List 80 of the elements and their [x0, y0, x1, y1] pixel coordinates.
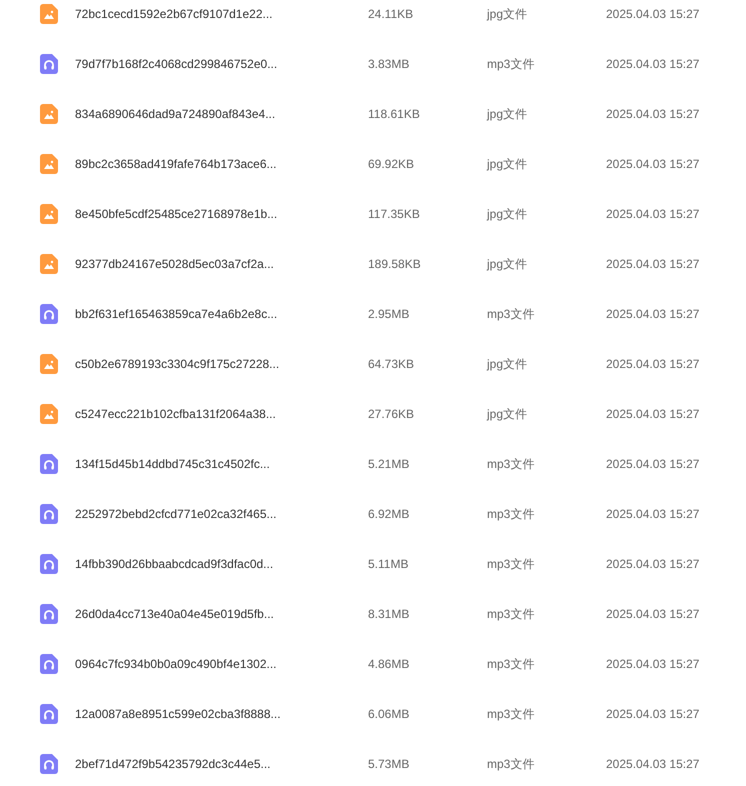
file-name[interactable]: 89bc2c3658ad419fafe764b173ace6...	[75, 155, 368, 173]
file-name[interactable]: c50b2e6789193c3304c9f175c27228...	[75, 355, 368, 373]
image-file-icon	[40, 254, 58, 274]
file-name[interactable]: 0964c7fc934b0b0a09c490bf4e1302...	[75, 655, 368, 673]
file-name[interactable]: c5247ecc221b102cfba131f2064a38...	[75, 405, 368, 423]
file-size: 24.11KB	[368, 6, 414, 23]
file-name[interactable]: 8e450bfe5cdf25485ce27168978e1b...	[75, 205, 368, 223]
file-size: 69.92KB	[368, 156, 416, 173]
image-file-icon	[40, 204, 58, 224]
modified-date: 2025.04.03 15:27	[606, 706, 700, 723]
file-size: 27.76KB	[368, 406, 416, 423]
file-size: 2.95MB	[368, 306, 410, 323]
file-type: jpg文件	[487, 6, 528, 23]
image-file-icon	[40, 104, 58, 124]
modified-date: 2025.04.03 15:27	[606, 6, 700, 23]
file-size: 118.61KB	[368, 106, 421, 123]
headphones-file-icon	[40, 454, 58, 474]
file-name[interactable]: 72bc1cecd1592e2b67cf9107d1e22...	[75, 5, 368, 23]
file-size: 5.21MB	[368, 456, 410, 473]
file-type: jpg文件	[487, 356, 528, 373]
file-size: 5.73MB	[368, 756, 410, 773]
headphones-file-icon	[40, 554, 58, 574]
file-name[interactable]: 26d0da4cc713e40a04e45e019d5fb...	[75, 605, 368, 623]
modified-date: 2025.04.03 15:27	[606, 206, 700, 223]
image-file-icon	[40, 154, 58, 174]
file-size: 6.92MB	[368, 506, 410, 523]
modified-date: 2025.04.03 15:27	[606, 356, 700, 373]
file-name[interactable]: 834a6890646dad9a724890af843e4...	[75, 105, 368, 123]
image-file-icon	[40, 4, 58, 24]
file-type: mp3文件	[487, 506, 536, 523]
file-type: mp3文件	[487, 706, 536, 723]
file-name[interactable]: 2bef71d472f9b54235792dc3c44e5...	[75, 755, 368, 773]
file-type: jpg文件	[487, 106, 528, 123]
file-type: jpg文件	[487, 206, 528, 223]
file-name[interactable]: 79d7f7b168f2c4068cd299846752e0...	[75, 55, 368, 73]
file-type: jpg文件	[487, 256, 528, 273]
modified-date: 2025.04.03 15:27	[606, 406, 700, 423]
modified-date: 2025.04.03 15:27	[606, 56, 700, 73]
file-type: mp3文件	[487, 306, 536, 323]
file-size: 189.58KB	[368, 256, 422, 273]
file-name[interactable]: 12a0087a8e8951c599e02cba3f8888...	[75, 705, 368, 723]
file-type: mp3文件	[487, 456, 536, 473]
headphones-file-icon	[40, 304, 58, 324]
headphones-file-icon	[40, 754, 58, 774]
file-name[interactable]: 134f15d45b14ddbd745c31c4502fc...	[75, 455, 368, 473]
file-type: mp3文件	[487, 56, 536, 73]
modified-date: 2025.04.03 15:27	[606, 556, 700, 573]
image-file-icon	[40, 404, 58, 424]
file-size: 117.35KB	[368, 206, 421, 223]
file-type: mp3文件	[487, 556, 536, 573]
headphones-file-icon	[40, 654, 58, 674]
image-file-icon	[40, 354, 58, 374]
file-type: jpg文件	[487, 406, 528, 423]
headphones-file-icon	[40, 704, 58, 724]
file-size: 3.83MB	[368, 56, 410, 73]
modified-date: 2025.04.03 15:27	[606, 756, 700, 773]
file-size: 64.73KB	[368, 356, 416, 373]
modified-date: 2025.04.03 15:27	[606, 106, 700, 123]
file-type: mp3文件	[487, 756, 536, 773]
file-type: mp3文件	[487, 656, 536, 673]
modified-date: 2025.04.03 15:27	[606, 256, 700, 273]
modified-date: 2025.04.03 15:27	[606, 606, 700, 623]
file-name[interactable]: bb2f631ef165463859ca7e4a6b2e8c...	[75, 305, 368, 323]
file-type: mp3文件	[487, 606, 536, 623]
file-name[interactable]: 14fbb390d26bbaabcdcad9f3dfac0d...	[75, 555, 368, 573]
file-name[interactable]: 2252972bebd2cfcd771e02ca32f465...	[75, 505, 368, 523]
headphones-file-icon	[40, 54, 58, 74]
modified-date: 2025.04.03 15:27	[606, 306, 700, 323]
headphones-file-icon	[40, 604, 58, 624]
file-size: 5.11MB	[368, 556, 410, 573]
file-type: jpg文件	[487, 156, 528, 173]
modified-date: 2025.04.03 15:27	[606, 456, 700, 473]
file-size: 8.31MB	[368, 606, 410, 623]
modified-date: 2025.04.03 15:27	[606, 656, 700, 673]
modified-date: 2025.04.03 15:27	[606, 506, 700, 523]
file-name[interactable]: 92377db24167e5028d5ec03a7cf2a...	[75, 255, 368, 273]
file-size: 4.86MB	[368, 656, 410, 673]
modified-date: 2025.04.03 15:27	[606, 156, 700, 173]
headphones-file-icon	[40, 504, 58, 524]
file-size: 6.06MB	[368, 706, 410, 723]
